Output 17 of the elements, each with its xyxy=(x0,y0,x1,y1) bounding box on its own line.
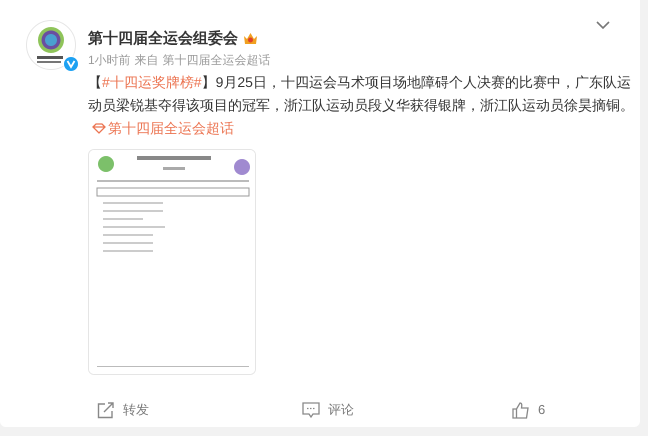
share-button[interactable]: 转发 xyxy=(97,400,302,420)
share-icon xyxy=(97,402,115,418)
avatar[interactable] xyxy=(26,20,76,70)
thumbs-up-icon xyxy=(512,402,530,418)
comment-icon xyxy=(302,402,320,418)
crown-icon xyxy=(243,32,258,46)
comment-button[interactable]: 评论 xyxy=(302,400,512,420)
topic-link[interactable]: #十四运奖牌榜# xyxy=(102,74,202,90)
post-time: 1小时前 xyxy=(88,52,131,69)
source-label: 来自 xyxy=(134,52,159,69)
chevron-down-icon[interactable] xyxy=(596,20,610,30)
source-link[interactable]: 第十四届全运会超话 xyxy=(162,51,271,69)
post-text: 【#十四运奖牌榜#】9月25日，十四运会马术项目场地障碍个人决赛的比赛中，广东队运动员梁锐基夺得该项目的冠军，浙江队运动员段义华获得银牌，浙江队运动员徐昊摘铜。 第十四届全运会超话 xyxy=(88,71,634,141)
supertopic-link[interactable]: 第十四届全运会超话 xyxy=(92,117,234,140)
like-button[interactable]: 6 xyxy=(512,400,612,420)
author-name[interactable]: 第十四届全运会组委会 xyxy=(88,29,238,49)
diamond-icon xyxy=(92,123,106,134)
